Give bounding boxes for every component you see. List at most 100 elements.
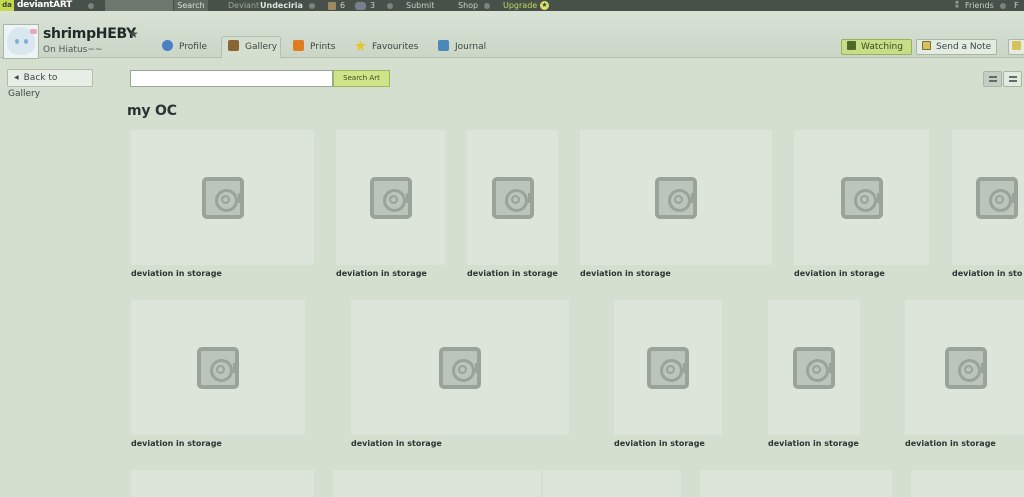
tab-gallery-label: Gallery (245, 42, 278, 52)
gallery-thumbnail[interactable] (580, 130, 772, 265)
global-search-input[interactable] (105, 0, 173, 11)
safe-hinge (1012, 192, 1015, 203)
menu-dot-icon[interactable] (88, 2, 94, 9)
submit-link[interactable]: Submit (406, 0, 434, 11)
safe-icon (976, 176, 1018, 219)
thumbnail-caption[interactable]: deviation in storage (580, 269, 671, 278)
safe-hinge (876, 192, 880, 203)
safe-hinge (981, 362, 984, 373)
tab-journal[interactable]: Journal (438, 37, 486, 58)
thumbnail-caption[interactable]: deviation in storage (467, 269, 558, 278)
list-view-icon (989, 76, 997, 82)
safe-hinge (829, 362, 832, 373)
gallery-thumbnail[interactable] (336, 130, 445, 265)
tab-favourites-label: Favourites (372, 42, 419, 52)
gallery-thumbnail[interactable] (543, 470, 681, 497)
grid-view-toggle[interactable] (1003, 71, 1022, 87)
favourites-icon (355, 40, 366, 51)
safe-hinge (237, 192, 241, 203)
site-logo[interactable]: deviantART (17, 0, 72, 11)
avatar-eye (15, 39, 19, 44)
extra-link[interactable]: F (1014, 0, 1019, 11)
thumbnail-caption[interactable]: deviation in storage (614, 439, 705, 448)
friends-link[interactable]: Friends (965, 0, 994, 11)
friends-icon[interactable]: ⁑ (955, 0, 959, 11)
friends-dot-icon[interactable] (1000, 2, 1006, 9)
gallery-thumbnail[interactable] (131, 300, 305, 435)
global-search-button[interactable]: Search (174, 0, 208, 11)
profile-username[interactable]: shrimpHEBY (43, 26, 136, 42)
gallery-thumbnail[interactable] (333, 470, 541, 497)
gallery-thumbnail[interactable] (905, 300, 1024, 435)
profile-header: shrimpHEBY ★ On Hiatus~~ Profile Gallery… (0, 11, 1024, 59)
gallery-thumbnail[interactable] (911, 470, 1024, 497)
watching-button[interactable]: Watching (841, 39, 912, 55)
gallery-thumbnail[interactable] (768, 300, 860, 435)
message-icon[interactable] (355, 1, 366, 10)
gallery-thumbnail[interactable] (614, 300, 722, 435)
safe-hinge (683, 362, 686, 373)
profile-status: On Hiatus~~ (43, 45, 103, 55)
top-bar: da deviantART Search Deviant Undeciria 6… (0, 0, 1024, 11)
shop-dot-icon[interactable] (484, 2, 490, 9)
da-logo-icon[interactable]: da (0, 0, 14, 11)
journal-icon (438, 40, 449, 51)
list-view-toggle[interactable] (983, 71, 1002, 87)
safe-icon (655, 176, 697, 219)
upgrade-link[interactable]: Upgrade (503, 0, 537, 11)
calendar-icon (1012, 41, 1021, 50)
notification-icon[interactable] (328, 1, 336, 10)
gallery-icon (228, 40, 239, 51)
thumbnail-caption[interactable]: deviation in storage (768, 439, 859, 448)
safe-icon (840, 176, 883, 219)
deviant-label: Deviant (228, 1, 260, 10)
gallery-thumbnail[interactable] (131, 470, 314, 497)
watching-icon (847, 41, 856, 50)
user-menu-dot-icon[interactable] (309, 2, 315, 9)
thumbnail-caption[interactable]: deviation in sto (952, 269, 1022, 278)
thumbnail-caption[interactable]: deviation in storage (131, 269, 222, 278)
gallery-title: my OC (127, 103, 177, 119)
gallery-thumbnail[interactable] (467, 130, 558, 265)
gallery-thumbnail[interactable] (351, 300, 569, 435)
avatar-eye (24, 39, 28, 44)
deviant-name[interactable]: Undeciria (260, 0, 303, 11)
safe-icon (793, 346, 835, 389)
avatar[interactable] (3, 24, 39, 59)
tab-favourites[interactable]: Favourites (355, 37, 418, 58)
safe-hinge (233, 362, 236, 373)
tab-gallery[interactable]: Gallery (221, 36, 281, 58)
more-actions-button[interactable] (1008, 39, 1024, 55)
safe-icon (945, 346, 987, 389)
safe-icon (439, 346, 481, 389)
gallery-search-input[interactable] (130, 70, 333, 87)
gallery-thumbnail[interactable] (794, 130, 929, 265)
safe-icon (647, 346, 689, 389)
safe-icon (491, 176, 534, 219)
thumbnail-caption[interactable]: deviation in storage (351, 439, 442, 448)
search-art-button[interactable]: Search Art (333, 70, 390, 87)
thumbnail-caption[interactable]: deviation in storage (131, 439, 222, 448)
gallery-thumbnail[interactable] (700, 470, 892, 497)
thumbnail-caption[interactable]: deviation in storage (336, 269, 427, 278)
shop-link[interactable]: Shop (458, 0, 478, 11)
thumbnail-caption[interactable]: deviation in storage (794, 269, 885, 278)
tab-profile[interactable]: Profile (162, 37, 207, 58)
note-icon (922, 41, 931, 50)
gallery-thumbnail[interactable] (952, 130, 1024, 265)
gallery-thumbnail[interactable] (131, 130, 314, 265)
message-count[interactable]: 3 (370, 0, 375, 11)
star-icon: ★ (128, 27, 139, 41)
send-note-button[interactable]: Send a Note (916, 39, 997, 55)
safe-hinge (475, 362, 478, 373)
thumbnail-caption[interactable]: deviation in storage (905, 439, 996, 448)
tab-prints[interactable]: Prints (293, 37, 335, 58)
messages-dot-icon[interactable] (387, 2, 393, 9)
back-to-gallery-button[interactable]: ◀ Back to Gallery (7, 69, 93, 99)
safe-hinge (691, 192, 694, 203)
avatar-ribbon (30, 29, 37, 34)
back-arrow-icon: ◀ (14, 74, 19, 81)
safe-icon (201, 176, 244, 219)
upgrade-icon[interactable]: ★ (540, 1, 549, 10)
notification-count[interactable]: 6 (340, 0, 345, 11)
